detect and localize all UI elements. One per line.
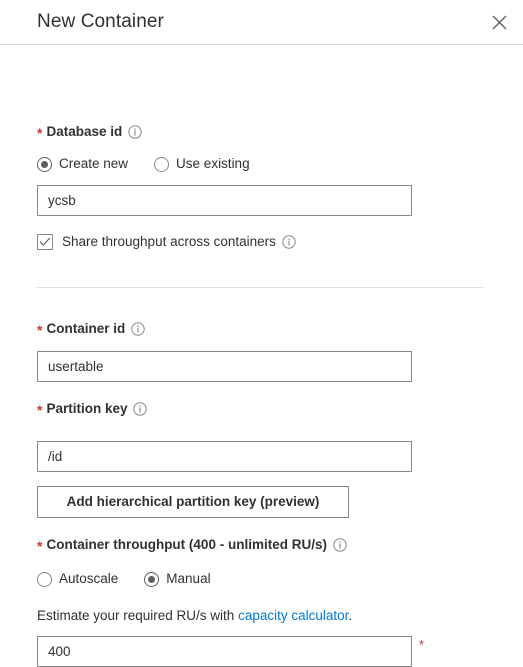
info-icon[interactable] [128, 125, 142, 139]
radio-mark-autoscale [37, 571, 52, 587]
info-icon[interactable] [131, 322, 145, 336]
radio-manual-label: Manual [166, 571, 211, 586]
add-hierarchical-partition-key-button[interactable]: Add hierarchical partition key (preview) [37, 486, 349, 518]
container-id-label: * Container id [37, 320, 145, 338]
checkbox-mark-share-throughput [37, 234, 53, 250]
container-id-input-wrap [37, 351, 412, 382]
throughput-input-wrap: * [37, 636, 424, 667]
required-asterisk: * [37, 402, 43, 418]
required-asterisk: * [37, 322, 43, 338]
add-hierarchical-partition-key-wrap: Add hierarchical partition key (preview) [37, 486, 349, 518]
share-throughput-row: Share throughput across containers [37, 233, 296, 251]
database-id-label: * Database id [37, 123, 142, 141]
throughput-hint-row: Estimate your required RU/s with capacit… [37, 607, 352, 625]
info-icon[interactable] [333, 538, 347, 552]
radio-manual[interactable]: Manual [144, 570, 211, 588]
capacity-calculator-link[interactable]: capacity calculator [238, 608, 348, 623]
database-id-input-wrap [37, 185, 412, 216]
radio-autoscale-label: Autoscale [59, 571, 119, 586]
container-id-input[interactable] [37, 351, 412, 382]
page-title: New Container [37, 11, 164, 32]
partition-key-input[interactable] [37, 441, 412, 472]
throughput-hint: Estimate your required RU/s with capacit… [37, 607, 352, 625]
database-id-input[interactable] [37, 185, 412, 216]
info-icon[interactable] [282, 235, 296, 249]
close-button[interactable] [483, 6, 515, 38]
partition-key-label-text: Partition key [46, 401, 128, 416]
partition-key-label-row: * Partition key [37, 400, 148, 418]
database-id-label-row: * Database id [37, 123, 142, 141]
throughput-mode-radio-group: Autoscale Manual [37, 570, 211, 588]
container-throughput-label-text: Container throughput (400 - unlimited RU… [46, 537, 327, 552]
radio-create-new-label: Create new [59, 156, 129, 171]
throughput-ru-input[interactable] [37, 636, 412, 667]
required-asterisk: * [37, 538, 43, 554]
partition-key-label: * Partition key [37, 400, 148, 418]
database-mode-radio-group: Create new Use existing [37, 155, 250, 173]
share-throughput-label: Share throughput across containers [62, 234, 276, 249]
radio-autoscale[interactable]: Autoscale [37, 570, 118, 588]
radio-use-existing[interactable]: Use existing [154, 155, 250, 173]
container-id-label-row: * Container id [37, 320, 145, 338]
radio-mark-manual [144, 571, 160, 587]
share-throughput-checkbox[interactable]: Share throughput across containers [37, 233, 296, 251]
radio-mark-use-existing [154, 156, 170, 172]
required-asterisk: * [419, 637, 425, 652]
panel-header: New Container [0, 0, 523, 45]
radio-use-existing-label: Use existing [176, 156, 250, 171]
container-throughput-label: * Container throughput (400 - unlimited … [37, 536, 347, 554]
database-id-label-text: Database id [46, 124, 123, 139]
partition-key-input-wrap [37, 441, 412, 472]
section-divider [37, 287, 483, 288]
close-icon [492, 15, 507, 30]
container-throughput-label-row: * Container throughput (400 - unlimited … [37, 536, 347, 554]
radio-create-new[interactable]: Create new [37, 155, 128, 173]
container-id-label-text: Container id [46, 321, 126, 336]
info-icon[interactable] [133, 402, 148, 416]
required-asterisk: * [37, 125, 43, 141]
radio-mark-create-new [37, 156, 52, 172]
throughput-hint-prefix: Estimate your required RU/s with [37, 608, 239, 623]
throughput-hint-suffix: . [348, 608, 353, 623]
